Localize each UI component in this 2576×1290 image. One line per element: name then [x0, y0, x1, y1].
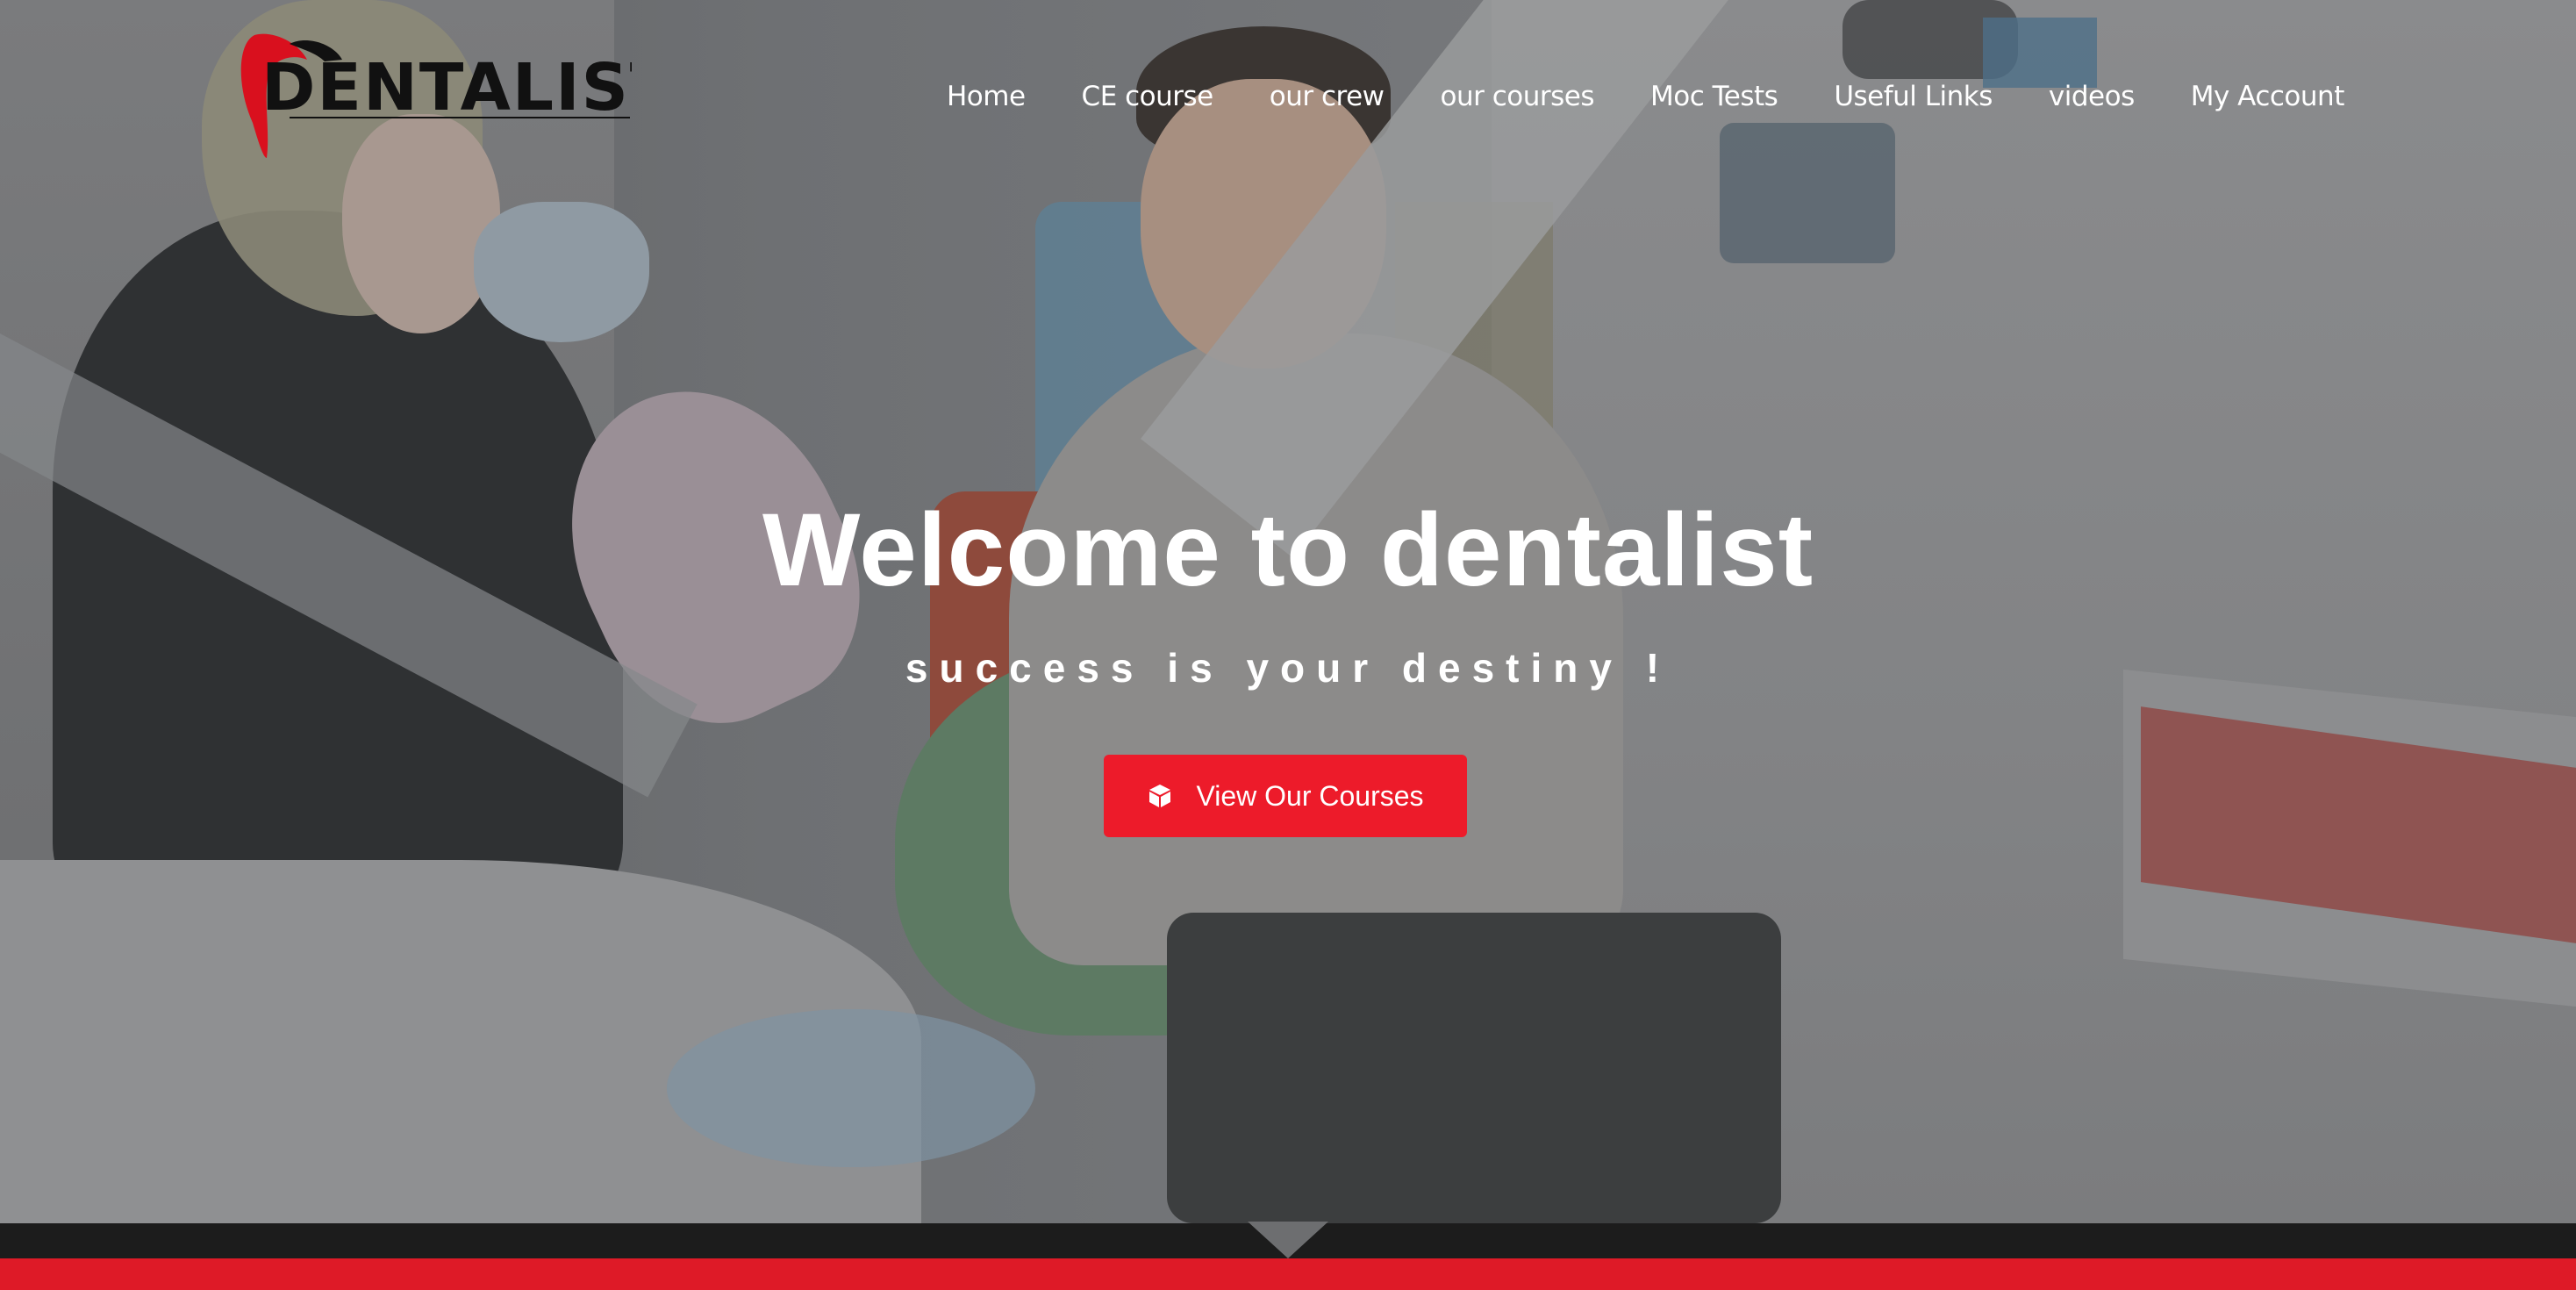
hero-title: Welcome to dentalist	[762, 492, 1814, 608]
hero-content: Welcome to dentalist success is your des…	[0, 491, 2576, 692]
nav-item-my-account[interactable]: My Account	[2163, 74, 2372, 119]
hero-subtitle: success is your destiny !	[905, 645, 1671, 691]
tooth-icon: DENTALIST	[240, 33, 632, 158]
nav-item-our-courses[interactable]: our courses	[1413, 74, 1623, 119]
nav-item-ce-course[interactable]: CE course	[1054, 74, 1241, 119]
nav-item-home[interactable]: Home	[947, 74, 1054, 119]
cube-icon	[1149, 785, 1171, 807]
nav-item-videos[interactable]: videos	[2021, 74, 2163, 119]
site-logo[interactable]: DENTALIST	[237, 26, 632, 167]
page: DENTALIST Home CE course our crew our co…	[0, 0, 2576, 1290]
nav-item-useful-links[interactable]: Useful Links	[1806, 74, 2021, 119]
view-courses-label: View Our Courses	[1196, 779, 1424, 812]
nav-item-moc-tests[interactable]: Moc Tests	[1622, 74, 1806, 119]
section-divider-red	[0, 1258, 2576, 1290]
divider-notch	[1248, 1222, 1328, 1258]
view-courses-button[interactable]: View Our Courses	[1104, 755, 1467, 837]
nav-item-our-crew[interactable]: our crew	[1241, 74, 1413, 119]
main-nav: Home CE course our crew our courses Moc …	[947, 74, 2372, 119]
svg-text:DENTALIST: DENTALIST	[261, 50, 632, 125]
